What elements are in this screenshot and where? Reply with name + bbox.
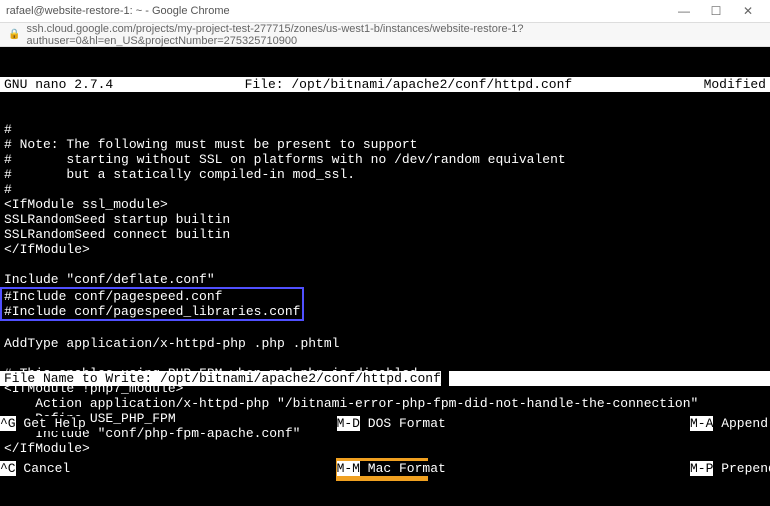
file-name-prompt: File Name to Write: /opt/bitnami/apache2…	[0, 371, 770, 386]
nano-version: GNU nano 2.7.4	[4, 77, 113, 92]
key-append[interactable]: M-A	[690, 416, 713, 431]
browser-titlebar: rafael@website-restore-1: ~ - Google Chr…	[0, 0, 770, 23]
address-bar[interactable]: 🔒 ssh.cloud.google.com/projects/my-proje…	[0, 23, 770, 47]
terminal[interactable]: GNU nano 2.7.4 File: /opt/bitnami/apache…	[0, 47, 770, 506]
key-help[interactable]: ^G	[0, 416, 16, 431]
label-dos: DOS Format	[360, 416, 446, 431]
file-content-top: # # Note: The following must must be pre…	[4, 122, 566, 287]
close-button[interactable]: ✕	[732, 0, 764, 22]
label-append: Append	[713, 416, 768, 431]
nano-modified: Modified	[704, 77, 766, 92]
nano-footer: ^G Get Help M-D DOS Format M-A Append	[0, 416, 770, 431]
cursor: _	[441, 371, 449, 386]
key-mac[interactable]: M-M	[337, 461, 360, 476]
key-cancel[interactable]: ^C	[0, 461, 16, 476]
label-mac: Mac Format	[360, 461, 446, 476]
highlighted-lines: #Include conf/pagespeed.conf #Include co…	[0, 287, 304, 321]
prompt-label: File Name to Write:	[4, 371, 152, 386]
window-title: rafael@website-restore-1: ~ - Google Chr…	[6, 5, 230, 17]
nano-file-label: File: /opt/bitnami/apache2/conf/httpd.co…	[113, 77, 703, 92]
minimize-button[interactable]: —	[668, 0, 700, 22]
key-prepend[interactable]: M-P	[690, 461, 713, 476]
prompt-value[interactable]: /opt/bitnami/apache2/conf/httpd.conf	[160, 371, 441, 386]
lock-icon: 🔒	[8, 29, 20, 40]
url-text: ssh.cloud.google.com/projects/my-project…	[26, 23, 762, 47]
label-help: Get Help	[16, 416, 86, 431]
nano-footer-row2: ^C Cancel M-M Mac Format M-P Prepend	[0, 461, 770, 476]
label-prepend: Prepend	[713, 461, 770, 476]
label-cancel: Cancel	[16, 461, 71, 476]
maximize-button[interactable]: ☐	[700, 0, 732, 22]
nano-header: GNU nano 2.7.4 File: /opt/bitnami/apache…	[0, 77, 770, 92]
key-dos[interactable]: M-D	[337, 416, 360, 431]
